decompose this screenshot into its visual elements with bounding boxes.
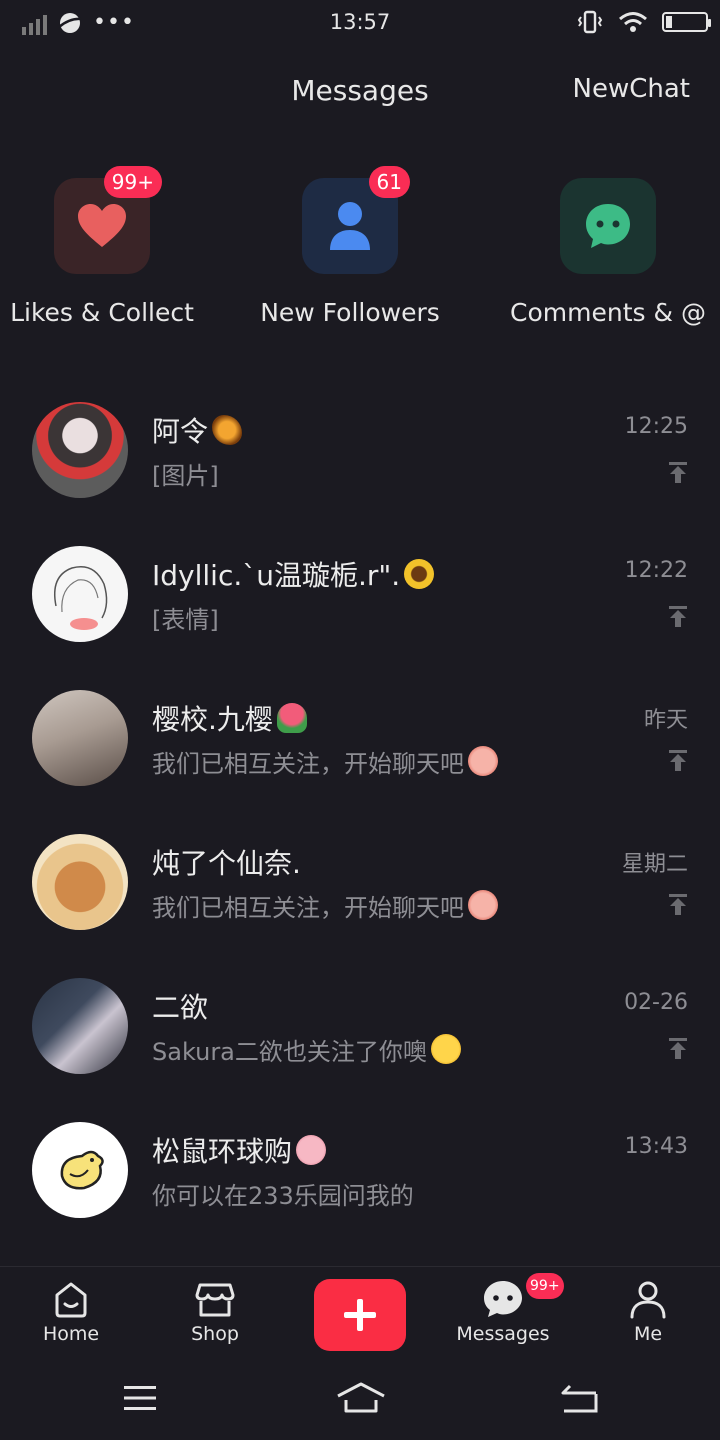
- avatar[interactable]: [32, 1122, 128, 1218]
- category-new-followers[interactable]: 61 New Followers: [240, 166, 480, 327]
- contact-name: 松鼠环球购: [152, 1130, 327, 1170]
- message-preview: [表情]: [152, 606, 219, 634]
- messages-badge: 99+: [526, 1273, 564, 1299]
- status-right: [576, 10, 711, 34]
- avatar[interactable]: [32, 978, 128, 1074]
- peach-face-emoji-icon: [468, 890, 498, 920]
- pig-face-emoji-icon: [296, 1135, 327, 1165]
- likes-tile[interactable]: 99+: [54, 166, 162, 274]
- shop-icon: [195, 1283, 235, 1317]
- list-item[interactable]: 樱校.九樱 我们已相互关注，开始聊天吧 昨天: [0, 664, 720, 808]
- nav-home[interactable]: Home: [16, 1279, 126, 1345]
- message-time: 13:43: [624, 1134, 688, 1159]
- category-label: Likes & Collect: [10, 298, 194, 327]
- nav-shop-label: Shop: [191, 1323, 239, 1345]
- new-chat-button[interactable]: NewChat: [573, 74, 690, 104]
- header: Messages NewChat: [0, 64, 720, 124]
- pin-top-icon[interactable]: [669, 606, 687, 628]
- message-preview: 我们已相互关注，开始聊天吧: [152, 888, 498, 923]
- plus-icon: [344, 1299, 376, 1331]
- followers-badge: 61: [368, 166, 410, 198]
- comments-tile[interactable]: [560, 178, 656, 274]
- contact-name: 樱校.九樱: [152, 698, 307, 738]
- contact-name: 二欲: [152, 991, 209, 1024]
- nav-shop[interactable]: Shop: [160, 1279, 270, 1345]
- likes-badge: 99+: [103, 166, 162, 198]
- messages-icon: [484, 1281, 522, 1317]
- followers-tile[interactable]: 61: [302, 166, 410, 274]
- list-item[interactable]: 松鼠环球购 你可以在233乐园问我的 13:43: [0, 1096, 720, 1240]
- nav-messages-label: Messages: [456, 1323, 550, 1345]
- chat-bubble-icon: [586, 204, 630, 248]
- person-icon: [330, 202, 370, 250]
- butterfly-emoji-icon: [212, 415, 243, 445]
- status-bar: ••• 13:57: [0, 0, 720, 48]
- message-time: 12:22: [624, 558, 688, 583]
- message-time: 星期二: [621, 852, 688, 877]
- message-preview: 你可以在233乐园问我的: [152, 1182, 414, 1210]
- category-label: New Followers: [260, 298, 440, 327]
- battery-icon: [662, 12, 711, 32]
- contact-name: 阿令: [152, 410, 243, 450]
- system-home-icon[interactable]: [336, 1382, 386, 1414]
- message-time: 昨天: [643, 708, 688, 733]
- list-item[interactable]: Idyllic.`u温璇栀.r". [表情] 12:22: [0, 520, 720, 664]
- heart-icon: [78, 204, 126, 247]
- pin-top-icon[interactable]: [669, 894, 687, 916]
- avatar[interactable]: [32, 546, 128, 642]
- pin-top-icon[interactable]: [669, 750, 687, 772]
- wifi-icon: [619, 12, 647, 32]
- message-time: 02-26: [624, 990, 688, 1015]
- category-label: Comments & @: [510, 298, 706, 327]
- vibrate-icon: [577, 10, 603, 34]
- category-comments[interactable]: Comments & @: [480, 178, 720, 327]
- list-item[interactable]: 二欲 Sakura二欲也关注了你噢 02-26: [0, 952, 720, 1096]
- sunflower-emoji-icon: [404, 559, 435, 589]
- person-outline-icon: [630, 1281, 666, 1319]
- nav-me-label: Me: [633, 1323, 663, 1345]
- avatar[interactable]: [32, 402, 128, 498]
- avatar[interactable]: [32, 690, 128, 786]
- contact-name: Idyllic.`u温璇栀.r".: [152, 554, 435, 594]
- contact-name: 炖了个仙奈.: [152, 847, 301, 880]
- wink-face-emoji-icon: [430, 1034, 461, 1064]
- message-preview: [图片]: [152, 462, 219, 490]
- notification-categories: 99+ Likes & Collect 61 New Followers Com…: [0, 166, 720, 327]
- nav-home-label: Home: [42, 1323, 100, 1345]
- home-icon: [55, 1282, 87, 1318]
- chick-logo-icon: [60, 1150, 104, 1190]
- avatar[interactable]: [32, 834, 128, 930]
- message-preview: 我们已相互关注，开始聊天吧: [152, 744, 498, 779]
- peach-face-emoji-icon: [468, 746, 498, 776]
- list-item[interactable]: 阿令 [图片] 12:25: [0, 376, 720, 520]
- menu-icon[interactable]: [122, 1384, 158, 1412]
- create-post-button[interactable]: [314, 1279, 406, 1351]
- pin-top-icon[interactable]: [669, 462, 687, 484]
- pin-top-icon[interactable]: [669, 1038, 687, 1060]
- category-likes-collect[interactable]: 99+ Likes & Collect: [0, 166, 240, 327]
- message-time: 12:25: [624, 414, 688, 439]
- tulip-emoji-icon: [276, 703, 307, 733]
- back-icon[interactable]: [560, 1382, 598, 1414]
- list-item[interactable]: 炖了个仙奈. 我们已相互关注，开始聊天吧 星期二: [0, 808, 720, 952]
- nav-me[interactable]: Me: [593, 1279, 703, 1345]
- bottom-nav: Home Shop Messages 99+ Me: [0, 1266, 720, 1371]
- message-preview: Sakura二欲也关注了你噢: [152, 1032, 461, 1067]
- message-list: 阿令 [图片] 12:25 Idyllic.`u温璇栀.r". [表情] 12:…: [0, 376, 720, 1240]
- sketch-portrait-icon: [54, 566, 108, 630]
- system-navigation-bar: [0, 1370, 720, 1440]
